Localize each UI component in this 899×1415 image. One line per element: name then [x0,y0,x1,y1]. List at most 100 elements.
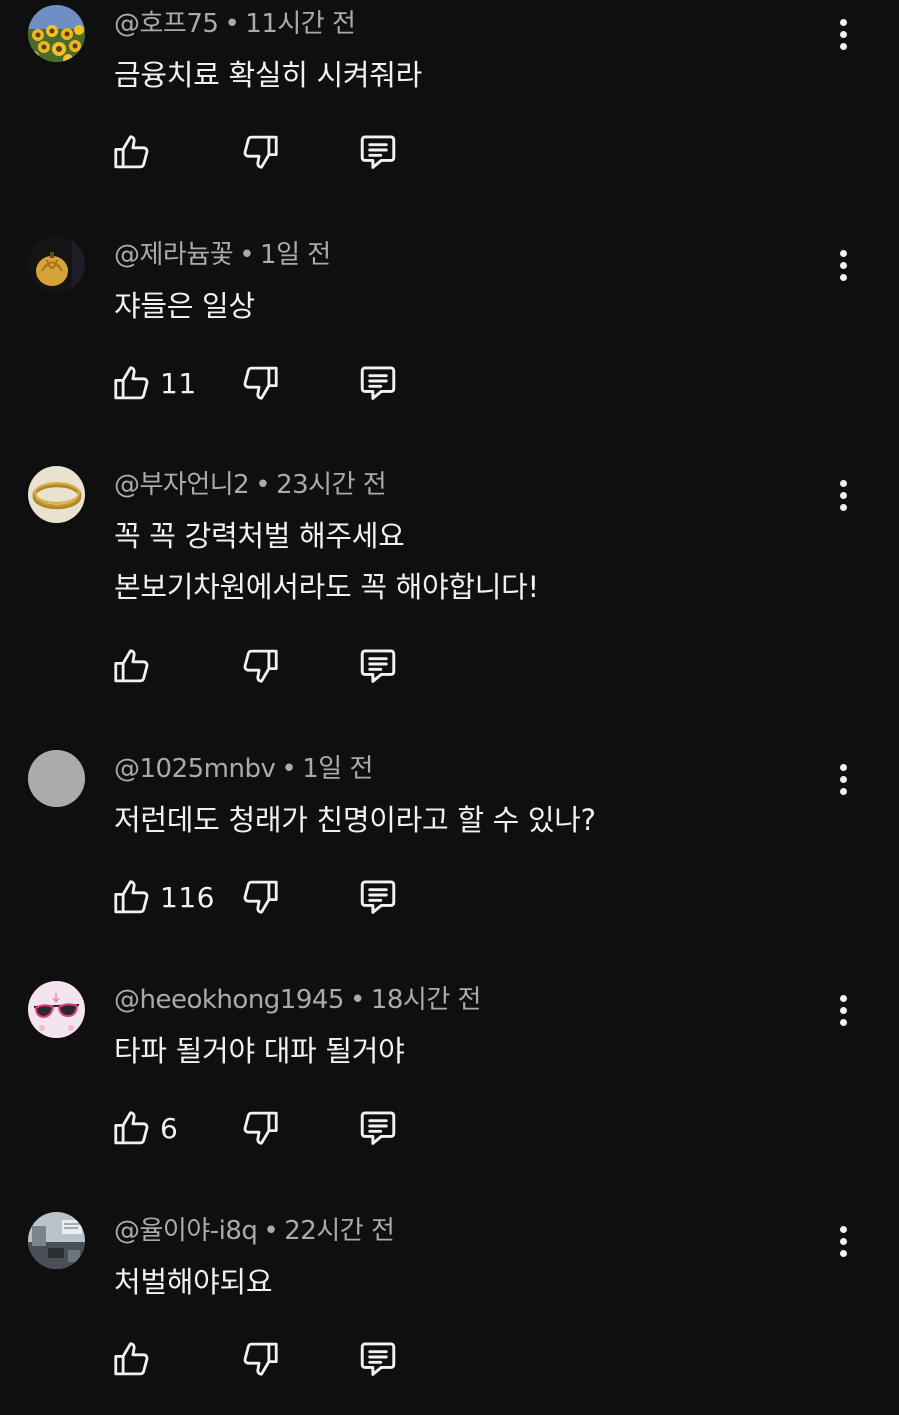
comment-text: 금융치료 확실히 시켜줘라 [114,50,422,101]
like-button[interactable]: 11 [110,359,197,407]
comment-author[interactable]: @부자언니2 [114,470,250,500]
like-button[interactable] [110,642,160,690]
comment-item: @heeokhong1945 • 18시간 전 타파 될거야 대파 될거야 6 [0,976,899,1206]
reply-button[interactable] [356,1104,400,1152]
comment-time[interactable]: 23시간 전 [276,470,387,500]
comment-meta: @호프75 • 11시간 전 [114,6,356,42]
meta-separator: • [281,754,297,784]
avatar[interactable] [28,1212,85,1269]
comment-time[interactable]: 1일 전 [302,754,373,784]
reply-comment-icon [360,135,396,169]
street-scene-icon [28,1212,85,1269]
reply-button[interactable] [356,642,400,690]
gold-pumpkin-icon [28,236,85,293]
reply-comment-icon [360,1111,396,1145]
default-gray-avatar-icon [28,750,85,807]
comment-text: 쟈들은 일상 [114,281,255,332]
meta-separator: • [263,1216,279,1246]
dislike-button[interactable] [240,642,282,690]
comment-line: 꼭 꼭 강력처벌 해주세요 [114,519,405,553]
thumbs-down-icon [243,880,278,914]
avatar[interactable] [28,236,85,293]
avatar[interactable] [28,981,85,1038]
reply-comment-icon [360,366,396,400]
avatar[interactable] [28,750,85,807]
comment-text: 저런데도 청래가 친명이라고 할 수 있나? [114,795,596,846]
comment-text: 꼭 꼭 강력처벌 해주세요 본보기차원에서라도 꼭 해야합니다! [114,511,539,613]
more-vertical-icon[interactable] [826,243,860,287]
more-vertical-icon[interactable] [826,1219,860,1263]
meta-separator: • [224,9,240,39]
comment-item: @호프75 • 11시간 전 금융치료 확실히 시켜줘라 [0,0,899,230]
comment-meta: @제라늄꽃 • 1일 전 [114,237,331,273]
comment-line: 본보기차원에서라도 꼭 해야합니다! [114,570,539,604]
gold-bracelet-icon [28,466,85,523]
thumbs-up-icon [114,1111,149,1145]
thumbs-down-icon [243,1111,278,1145]
more-vertical-icon[interactable] [826,988,860,1032]
comment-time[interactable]: 18시간 전 [371,985,482,1015]
comment-text: 타파 될거야 대파 될거야 [114,1026,405,1077]
comment-actions: 116 [110,873,430,921]
reply-comment-icon [360,1342,396,1376]
like-count: 6 [160,1111,179,1145]
meta-separator: • [239,240,255,270]
like-count: 116 [160,880,215,914]
like-button[interactable]: 116 [110,873,215,921]
comment-time[interactable]: 1일 전 [260,240,331,270]
comment-meta: @율이야-i8q • 22시간 전 [114,1213,395,1249]
like-button[interactable]: 6 [110,1104,178,1152]
comment-author[interactable]: @제라늄꽃 [114,240,234,270]
reply-button[interactable] [356,1335,400,1383]
comment-author[interactable]: @1025mnbv [114,754,276,784]
more-vertical-icon[interactable] [826,757,860,801]
reply-button[interactable] [356,128,400,176]
comment-actions [110,1335,430,1383]
thumbs-up-icon [114,135,149,169]
avatar[interactable] [28,466,85,523]
more-vertical-icon[interactable] [826,12,860,56]
more-vertical-icon[interactable] [826,473,860,517]
comment-actions: 6 [110,1104,430,1152]
reply-button[interactable] [356,873,400,921]
comment-line: 쟈들은 일상 [114,289,255,323]
comment-line: 처벌해야되요 [114,1265,273,1299]
thumbs-down-icon [243,1342,278,1376]
reply-button[interactable] [356,359,400,407]
comment-author[interactable]: @heeokhong1945 [114,985,344,1015]
reply-comment-icon [360,880,396,914]
like-button[interactable] [110,1335,160,1383]
comment-line: 금융치료 확실히 시켜줘라 [114,58,423,92]
comment-line: 타파 될거야 대파 될거야 [114,1034,405,1068]
thumbs-up-icon [114,1342,149,1376]
comment-time[interactable]: 22시간 전 [284,1216,395,1246]
comment-time[interactable]: 11시간 전 [245,9,356,39]
dislike-button[interactable] [240,1104,282,1152]
thumbs-down-icon [243,135,278,169]
thumbs-up-icon [114,880,149,914]
comment-actions [110,128,430,176]
dislike-button[interactable] [240,128,282,176]
comment-meta: @heeokhong1945 • 18시간 전 [114,982,481,1018]
comment-author[interactable]: @율이야-i8q [114,1216,258,1246]
thumbs-down-icon [243,649,278,683]
dislike-button[interactable] [240,873,282,921]
avatar[interactable] [28,5,85,62]
comment-item: @제라늄꽃 • 1일 전 쟈들은 일상 11 [0,231,899,461]
comment-meta: @1025mnbv • 1일 전 [114,751,373,787]
sunflower-field-icon [28,5,85,62]
like-button[interactable] [110,128,160,176]
comment-author[interactable]: @호프75 [114,9,219,39]
reply-comment-icon [360,649,396,683]
thumbs-up-icon [114,649,149,683]
comment-text: 처벌해야되요 [114,1257,273,1308]
thumbs-up-icon [114,366,149,400]
comment-item: @부자언니2 • 23시간 전 꼭 꼭 강력처벌 해주세요 본보기차원에서라도 꼭 … [0,461,899,744]
comment-item: @율이야-i8q • 22시간 전 처벌해야되요 [0,1207,899,1415]
dislike-button[interactable] [240,1335,282,1383]
like-count: 11 [160,366,197,400]
thumbs-down-icon [243,366,278,400]
dislike-button[interactable] [240,359,282,407]
comment-actions: 11 [110,359,430,407]
comment-item: @1025mnbv • 1일 전 저런데도 청래가 친명이라고 할 수 있나? 11… [0,745,899,975]
